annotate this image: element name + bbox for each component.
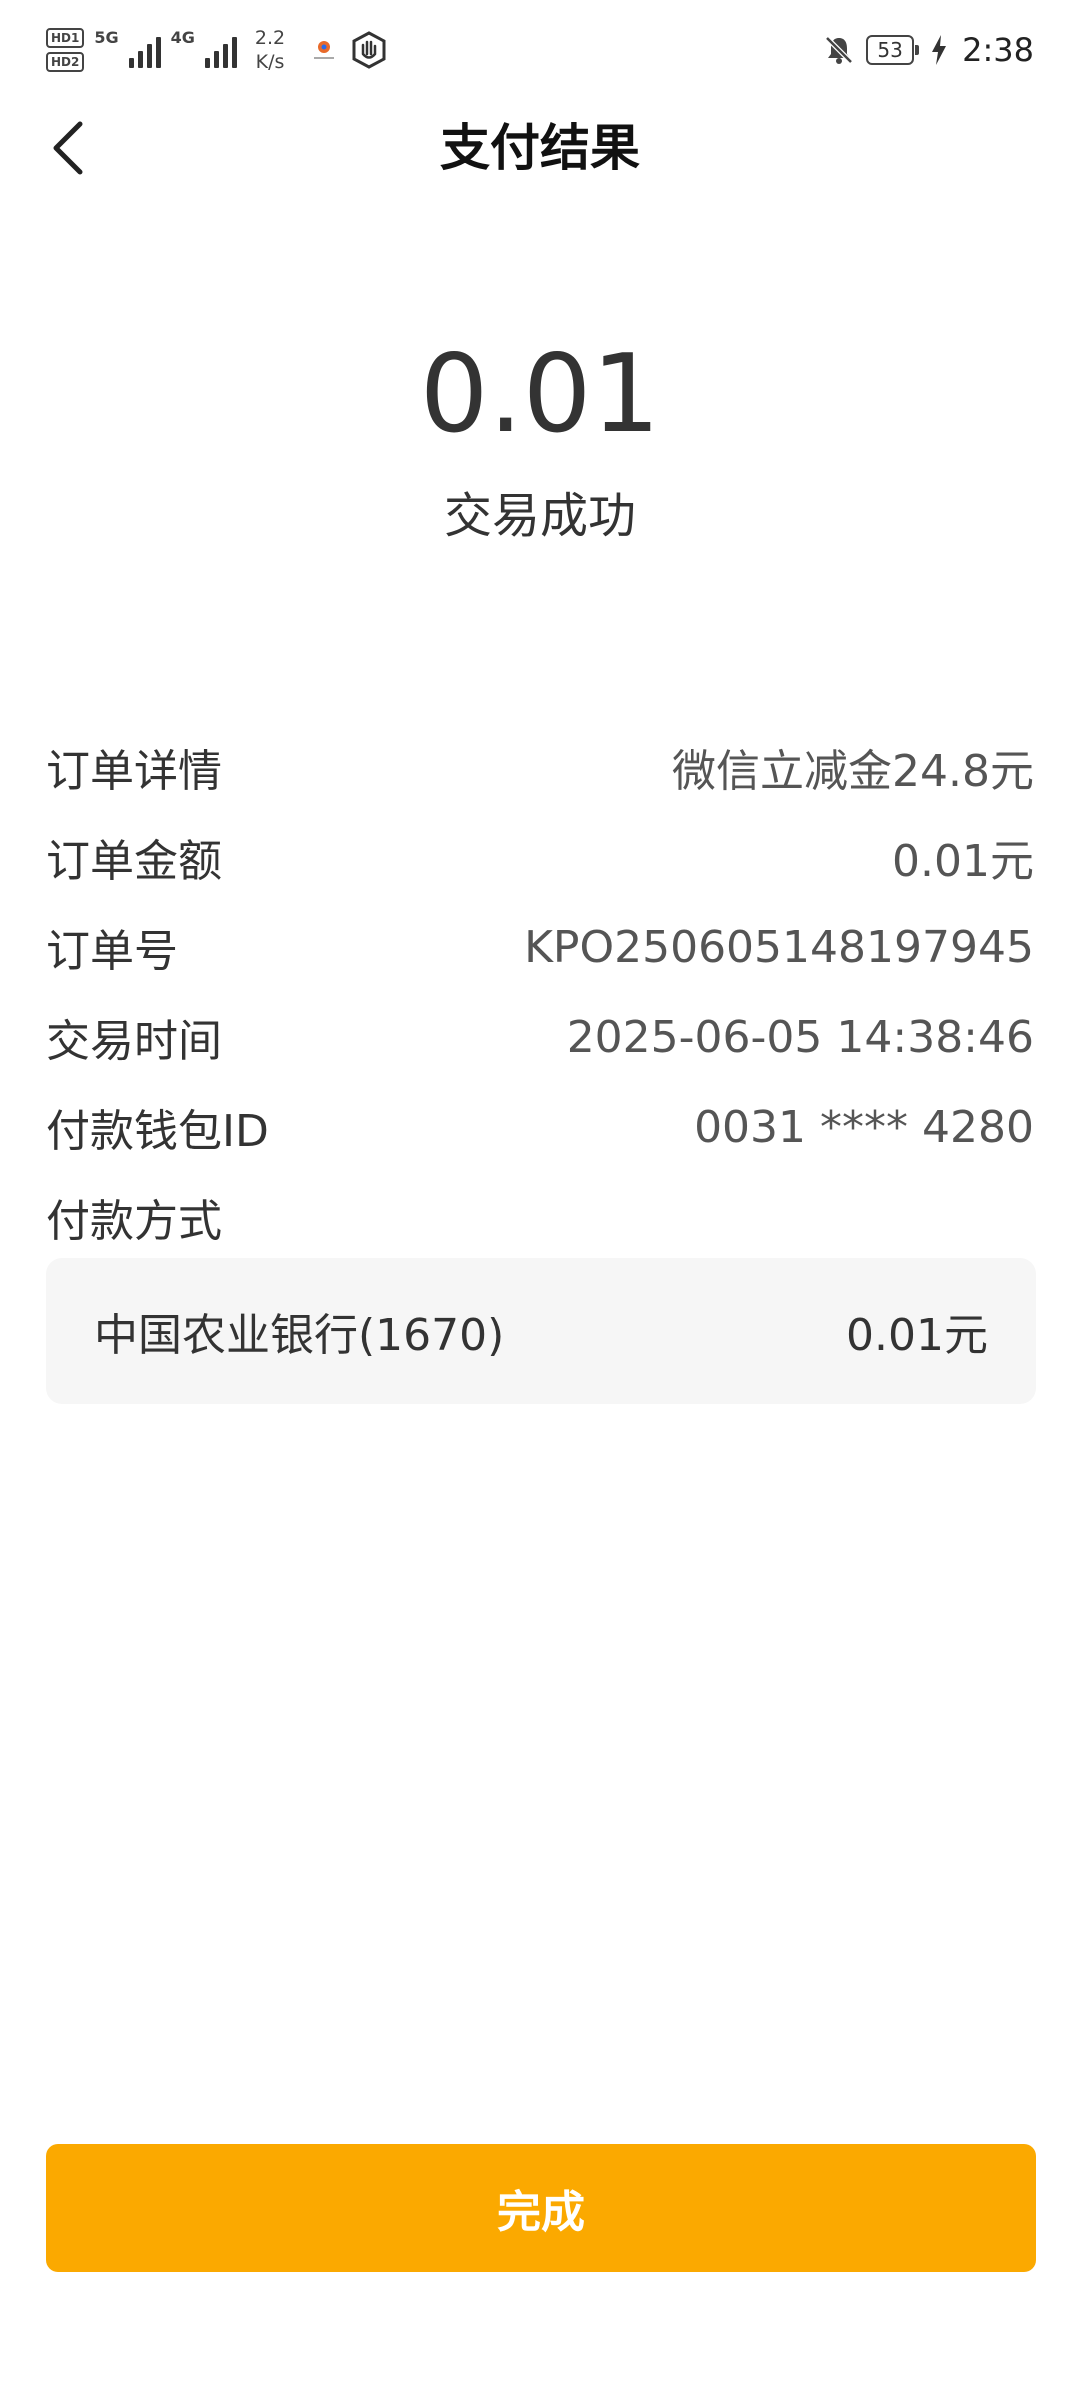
signal-icon — [128, 32, 161, 68]
detail-value: 2025-06-05 14:38:46 — [566, 1011, 1034, 1063]
status-bar-left: HD1 HD2 5G 4G 2.2 K/s — [46, 22, 389, 78]
hand-app-icon — [352, 31, 386, 69]
nav-bar: 支付结果 — [0, 100, 1080, 196]
network-speed-unit: K/s — [255, 51, 285, 73]
detail-row-order-amount: 订单金额 0.01元 — [46, 812, 1034, 902]
network-speed-value: 2.2 — [254, 27, 286, 49]
detail-row-payment-method: 付款方式 — [46, 1172, 1034, 1262]
network-speed: 2.2 K/s — [255, 26, 285, 74]
status-bar-right: 53 2:38 — [822, 22, 1034, 78]
done-button[interactable]: 完成 — [46, 2144, 1036, 2272]
order-details: 订单详情 微信立减金24.8元 订单金额 0.01元 订单号 KPO250605… — [46, 722, 1034, 1262]
bank-card-amount: 0.01元 — [846, 1310, 988, 1361]
detail-value: 0.01元 — [892, 836, 1034, 887]
detail-label: 订单金额 — [46, 836, 222, 887]
clock: 2:38 — [962, 31, 1034, 69]
hd2-badge: HD2 — [46, 52, 85, 72]
charging-icon — [932, 35, 947, 65]
page-title: 支付结果 — [440, 119, 640, 177]
signal-icon — [204, 32, 237, 68]
detail-row-order-number: 订单号 KPO250605148197945 — [46, 902, 1034, 992]
detail-value: 0031 **** 4280 — [694, 1101, 1034, 1153]
bell-muted-icon — [825, 36, 853, 64]
detail-label: 订单详情 — [46, 746, 222, 797]
network-4g-label: 4G — [170, 28, 195, 47]
detail-label: 订单号 — [46, 926, 178, 977]
status-bar: HD1 HD2 5G 4G 2.2 K/s 53 2:38 — [0, 0, 1080, 100]
detail-row-transaction-time: 交易时间 2025-06-05 14:38:46 — [46, 992, 1034, 1082]
network-5g-label: 5G — [94, 28, 119, 47]
payment-amount: 0.01 — [419, 332, 661, 457]
hd1-badge: HD1 — [46, 28, 85, 48]
detail-label: 付款钱包ID — [46, 1106, 269, 1157]
transaction-status: 交易成功 — [443, 488, 636, 544]
detail-row-wallet-id: 付款钱包ID 0031 **** 4280 — [46, 1082, 1034, 1172]
detail-label: 付款方式 — [46, 1196, 222, 1247]
battery-icon: 53 — [866, 35, 920, 65]
detail-value[interactable]: KPO250605148197945 — [524, 922, 1034, 973]
detail-label: 交易时间 — [46, 1016, 222, 1067]
payment-method-card: 中国农业银行(1670) 0.01元 — [46, 1258, 1036, 1404]
detail-value: 微信立减金24.8元 — [672, 746, 1034, 797]
hd-icon: HD1 HD2 — [46, 28, 85, 72]
app-notification-icon — [314, 41, 335, 59]
bank-card-name: 中国农业银行(1670) — [94, 1310, 505, 1361]
detail-row-order-details: 订单详情 微信立减金24.8元 — [46, 722, 1034, 812]
